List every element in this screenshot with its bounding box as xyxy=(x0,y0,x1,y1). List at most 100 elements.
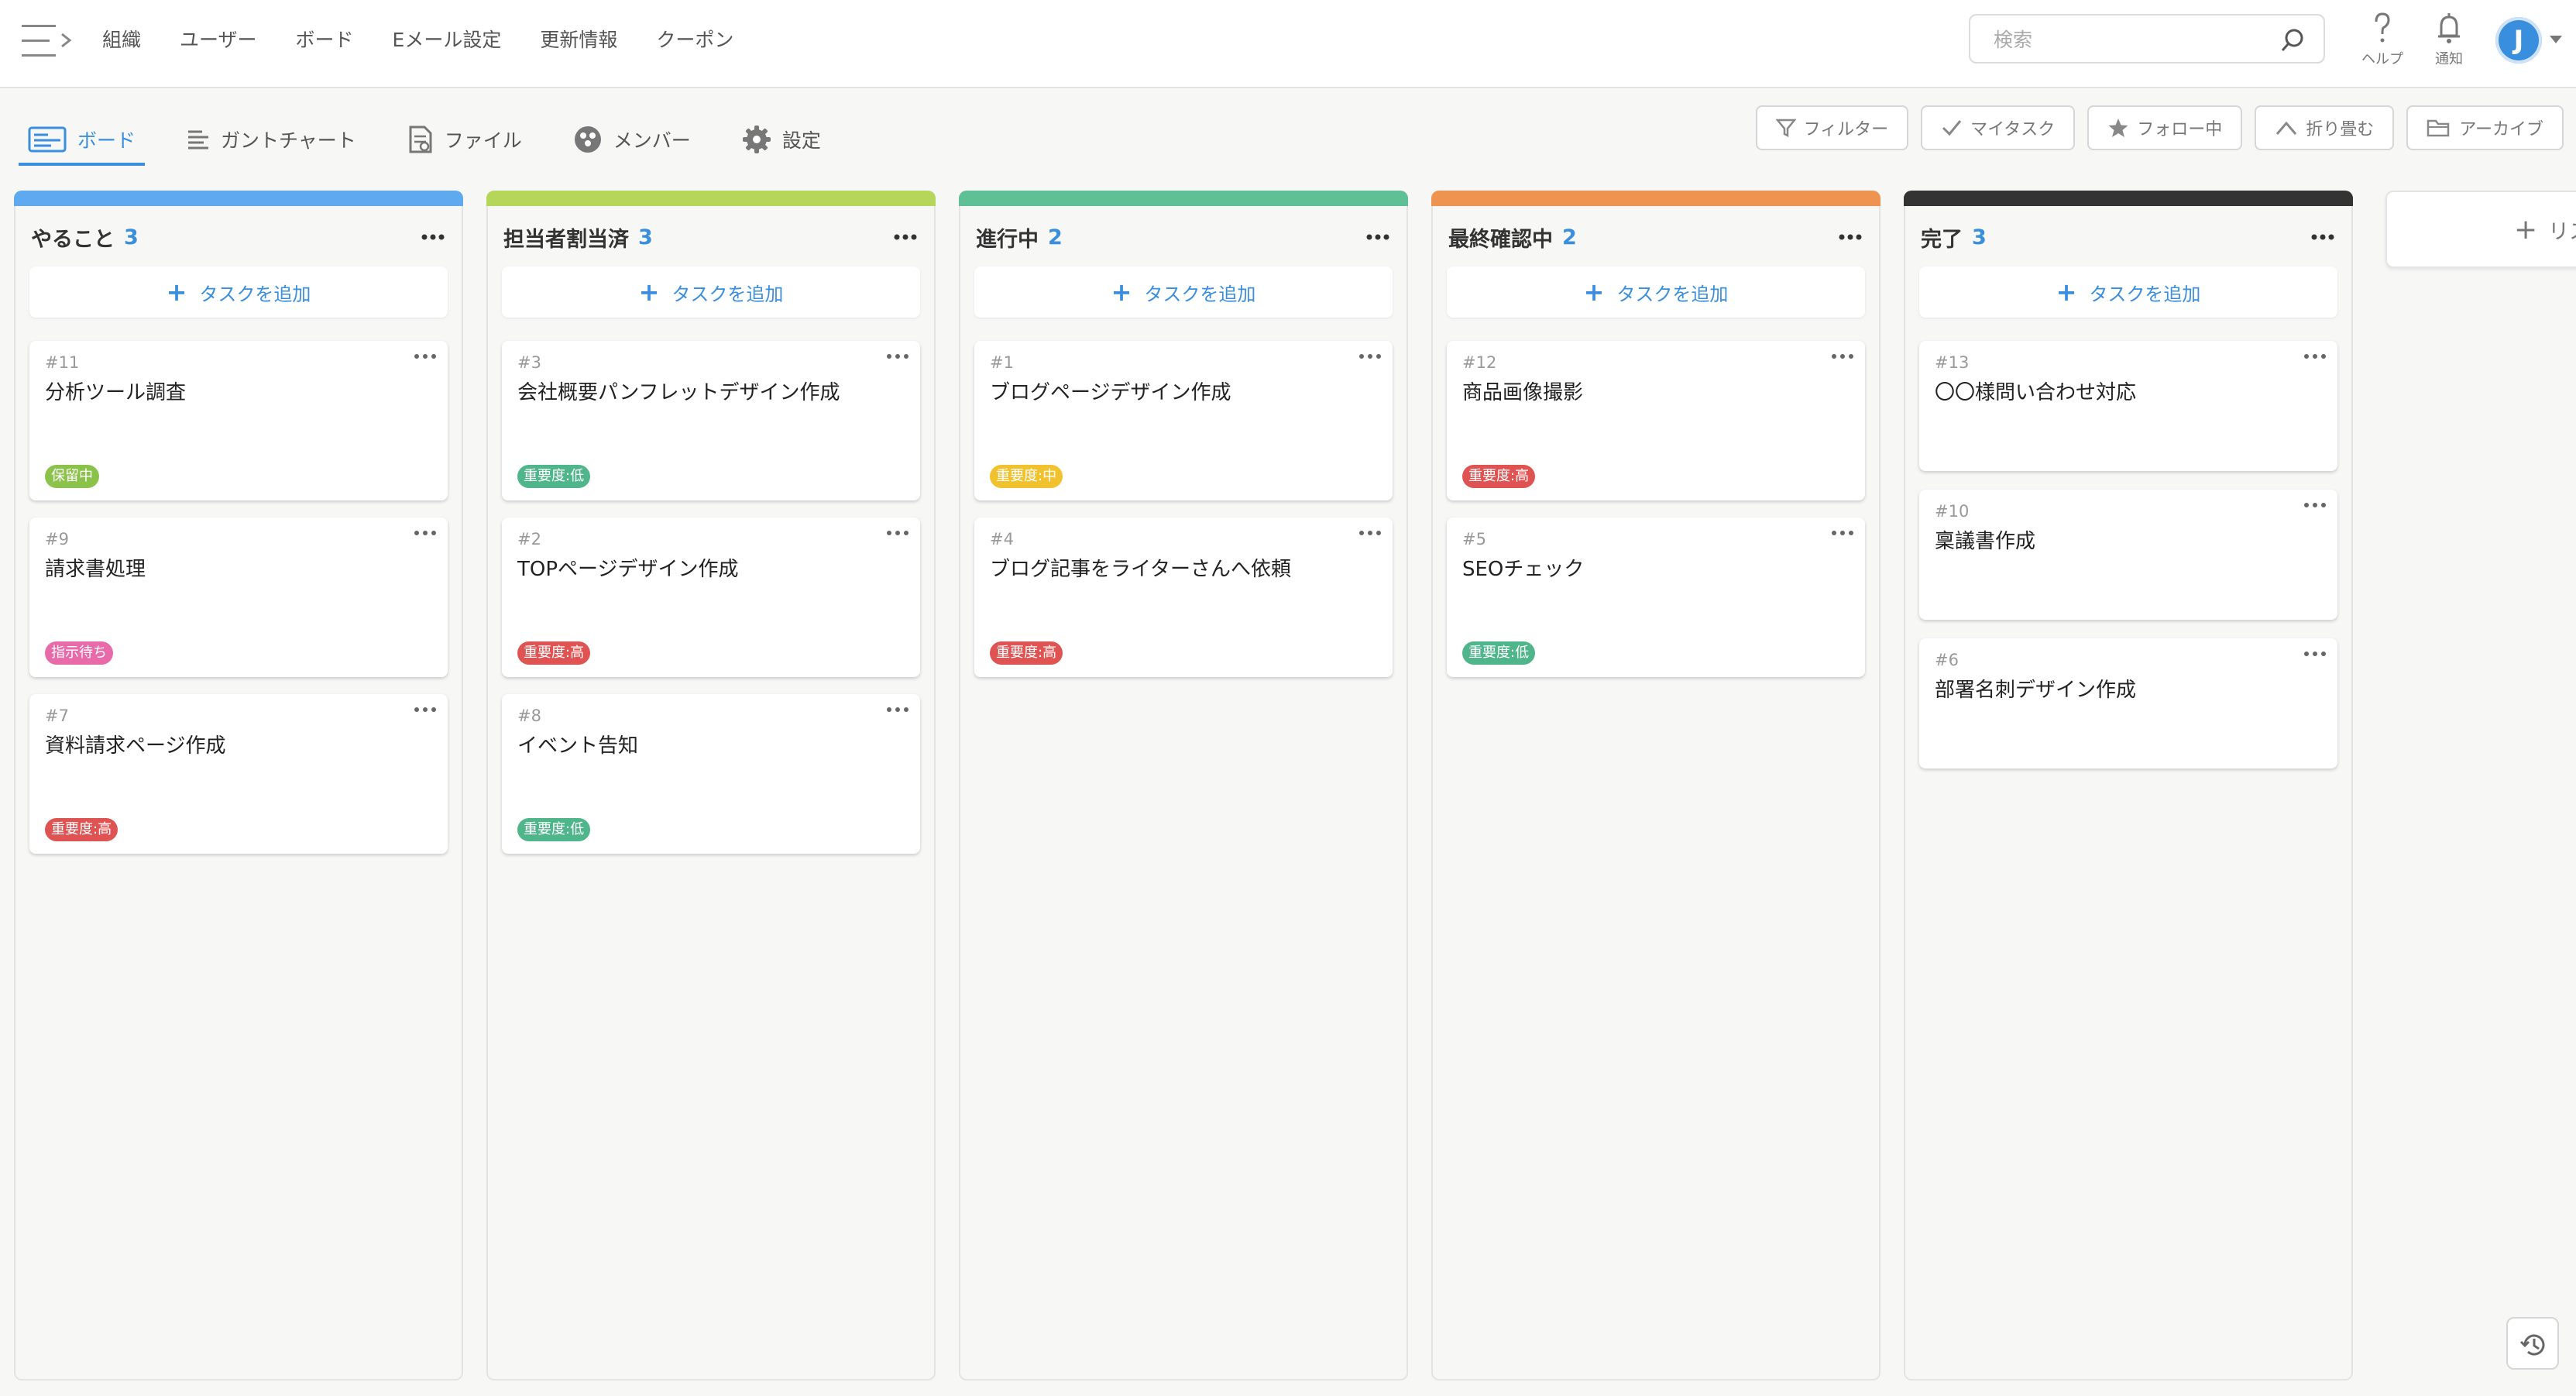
add-task-button[interactable]: + タスクを追加 xyxy=(29,266,448,318)
task-card[interactable]: #9 請求書処理 指示待ち xyxy=(29,517,448,677)
task-card[interactable]: #4 ブログ記事をライターさんへ依頼 重要度:高 xyxy=(974,517,1393,677)
avatar-dropdown-caret-icon[interactable] xyxy=(2550,36,2562,43)
task-id: #6 xyxy=(1935,651,1959,669)
nav-link-email-settings[interactable]: Eメール設定 xyxy=(393,25,502,56)
tab-files[interactable]: ファイル xyxy=(398,116,531,163)
menu-icon[interactable] xyxy=(22,23,74,59)
more-options-icon[interactable] xyxy=(1365,226,1391,248)
tab-gantt-chart[interactable]: ガントチャート xyxy=(177,116,366,163)
nav-link-users[interactable]: ユーザー xyxy=(180,25,257,56)
archive-button[interactable]: アーカイブ xyxy=(2406,105,2564,150)
search-box xyxy=(1969,14,2325,64)
task-id: #5 xyxy=(1462,530,1486,548)
task-card[interactable]: #2 TOPページデザイン作成 重要度:高 xyxy=(502,517,920,677)
task-card[interactable]: #12 商品画像撮影 重要度:高 xyxy=(1447,341,1865,500)
my-tasks-label: マイタスク xyxy=(1970,120,2056,139)
task-title: ブログ記事をライターさんへ依頼 xyxy=(990,558,1291,581)
task-id: #10 xyxy=(1935,502,1970,521)
tab-board[interactable]: ボード xyxy=(19,116,146,166)
add-task-button[interactable]: + タスクを追加 xyxy=(1919,266,2337,318)
plus-icon: + xyxy=(166,277,187,307)
column-header: 進行中 2 xyxy=(976,222,1391,253)
task-title: 会社概要パンフレットデザイン作成 xyxy=(517,381,840,404)
nav-link-boards[interactable]: ボード xyxy=(296,25,354,56)
card-more-icon[interactable] xyxy=(2302,347,2328,366)
plus-icon: + xyxy=(1111,277,1132,307)
history-button[interactable] xyxy=(2506,1317,2559,1370)
file-icon xyxy=(409,126,432,153)
column-title: 最終確認中 xyxy=(1448,227,1553,252)
search-icon[interactable] xyxy=(2279,26,2306,54)
tab-settings[interactable]: 設定 xyxy=(733,116,830,163)
more-options-icon[interactable] xyxy=(420,226,446,248)
my-tasks-button[interactable]: マイタスク xyxy=(1921,105,2076,150)
nav-link-coupons[interactable]: クーポン xyxy=(656,25,733,56)
add-task-button[interactable]: + タスクを追加 xyxy=(974,266,1393,318)
card-more-icon[interactable] xyxy=(412,524,438,542)
task-card[interactable]: #5 SEOチェック 重要度:低 xyxy=(1447,517,1865,677)
task-id: #2 xyxy=(517,530,541,548)
card-more-icon[interactable] xyxy=(1357,347,1383,366)
bell-icon xyxy=(2438,13,2460,43)
card-more-icon[interactable] xyxy=(2302,496,2328,514)
add-list-label: リス xyxy=(2548,219,2576,244)
task-title: イベント告知 xyxy=(517,734,639,758)
following-label: フォロー中 xyxy=(2137,120,2223,139)
more-options-icon[interactable] xyxy=(2310,226,2336,248)
search-input[interactable] xyxy=(1992,25,2258,54)
add-list-button[interactable]: + リス xyxy=(2385,191,2576,268)
card-more-icon[interactable] xyxy=(1829,347,1856,366)
task-title: 稟議書作成 xyxy=(1935,530,2036,553)
notification-button[interactable]: 通知 xyxy=(2418,11,2480,73)
help-button[interactable]: ヘルプ xyxy=(2351,11,2413,73)
task-title: 〇〇様問い合わせ対応 xyxy=(1935,381,2137,404)
card-more-icon[interactable] xyxy=(412,347,438,366)
task-title: 請求書処理 xyxy=(45,558,146,581)
task-card[interactable]: #3 会社概要パンフレットデザイン作成 重要度:低 xyxy=(502,341,920,500)
tab-settings-label: 設定 xyxy=(781,129,821,152)
board-column-in-progress: 進行中 2 + タスクを追加 #1 ブログページデザイン作成 重要度:中 #4 … xyxy=(959,191,1408,1381)
task-card[interactable]: #11 分析ツール調査 保留中 xyxy=(29,341,448,500)
task-tag: 保留中 xyxy=(45,465,99,488)
plus-icon: + xyxy=(1583,277,1605,307)
task-id: #8 xyxy=(517,707,541,725)
board-column-todo: やること 3 + タスクを追加 #11 分析ツール調査 保留中 #9 請求書処理… xyxy=(14,191,463,1381)
add-task-label: タスクを追加 xyxy=(199,283,311,305)
more-options-icon[interactable] xyxy=(1837,226,1863,248)
card-more-icon[interactable] xyxy=(884,524,911,542)
filter-button[interactable]: フィルター xyxy=(1755,105,1909,150)
task-card[interactable]: #8 イベント告知 重要度:低 xyxy=(502,694,920,854)
user-avatar[interactable]: J xyxy=(2495,17,2542,64)
card-more-icon[interactable] xyxy=(1829,524,1856,542)
task-title: TOPページデザイン作成 xyxy=(517,558,739,581)
collapse-button[interactable]: 折り畳む xyxy=(2255,105,2395,150)
card-more-icon[interactable] xyxy=(1357,524,1383,542)
card-more-icon[interactable] xyxy=(2302,645,2328,663)
following-button[interactable]: フォロー中 xyxy=(2087,105,2243,150)
column-count: 3 xyxy=(124,225,139,249)
tab-members[interactable]: メンバー xyxy=(564,116,700,163)
add-task-button[interactable]: + タスクを追加 xyxy=(1447,266,1865,318)
task-id: #1 xyxy=(990,353,1014,372)
task-id: #9 xyxy=(45,530,69,548)
card-more-icon[interactable] xyxy=(884,700,911,719)
task-card[interactable]: #6 部署名刺デザイン作成 xyxy=(1919,638,2337,768)
board-icon xyxy=(28,126,67,153)
column-count: 3 xyxy=(638,225,653,249)
task-card[interactable]: #1 ブログページデザイン作成 重要度:中 xyxy=(974,341,1393,500)
nav-link-organization[interactable]: 組織 xyxy=(102,25,141,56)
more-options-icon[interactable] xyxy=(892,226,919,248)
members-icon xyxy=(574,126,601,153)
task-id: #7 xyxy=(45,707,69,725)
add-task-button[interactable]: + タスクを追加 xyxy=(502,266,920,318)
task-card[interactable]: #10 稟議書作成 xyxy=(1919,490,2337,620)
nav-link-updates[interactable]: 更新情報 xyxy=(540,25,617,56)
card-more-icon[interactable] xyxy=(412,700,438,719)
task-card[interactable]: #13 〇〇様問い合わせ対応 xyxy=(1919,341,2337,471)
task-title: 部署名刺デザイン作成 xyxy=(1935,679,2137,702)
column-header: 担当者割当済 3 xyxy=(503,222,919,253)
add-task-label: タスクを追加 xyxy=(671,283,784,305)
card-more-icon[interactable] xyxy=(884,347,911,366)
task-id: #4 xyxy=(990,530,1014,548)
task-card[interactable]: #7 資料請求ページ作成 重要度:高 xyxy=(29,694,448,854)
